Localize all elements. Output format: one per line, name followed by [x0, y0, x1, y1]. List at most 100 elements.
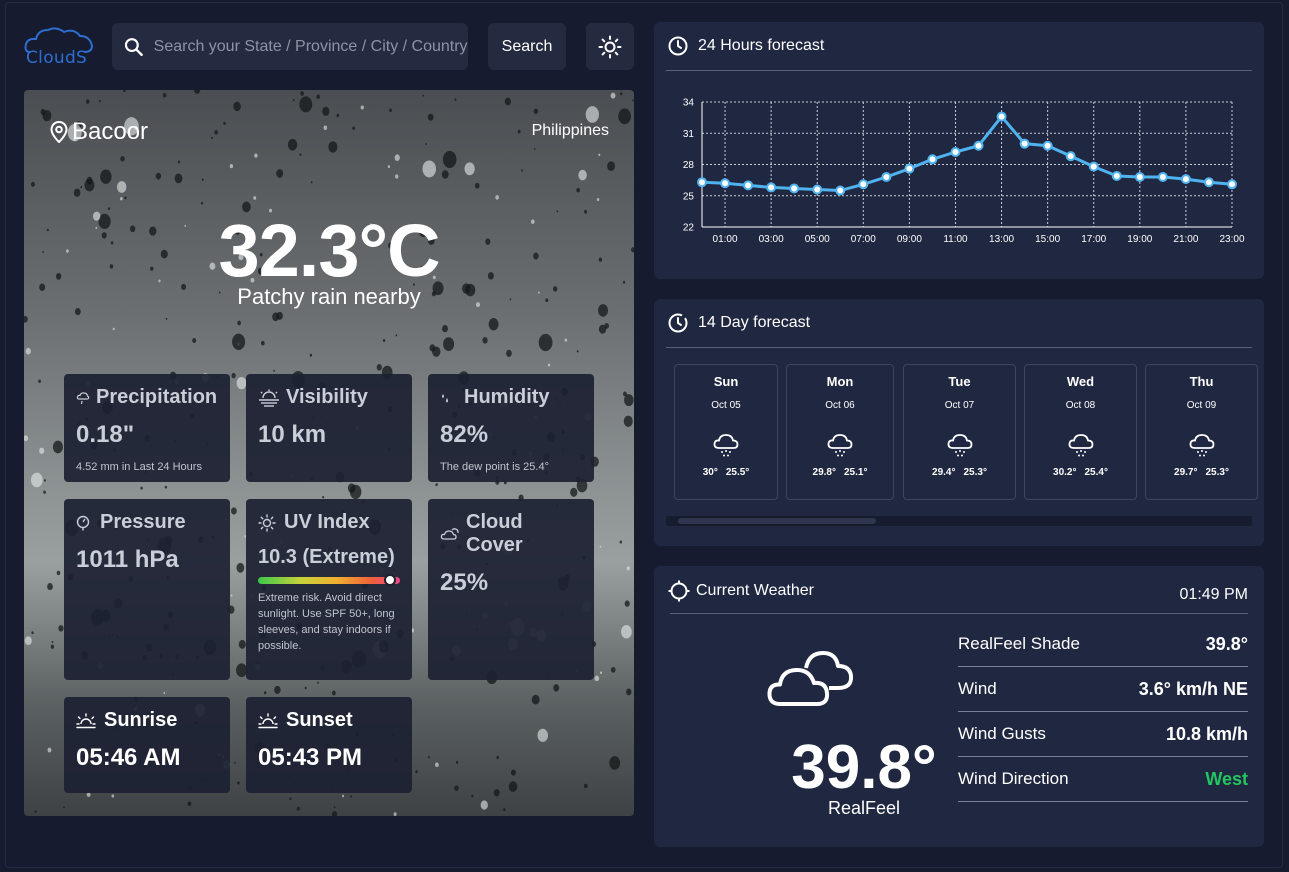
raindrop	[598, 153, 601, 157]
temperature-point	[1111, 170, 1122, 181]
rain-cloud-icon	[827, 434, 853, 457]
temperature-point	[1134, 172, 1145, 182]
daily-forecast-card: 14 Day forecast Sun Oct 05 30° 25.5° Mon …	[654, 299, 1264, 546]
day-high: 29.7°	[1174, 467, 1198, 478]
raindrop	[504, 97, 511, 106]
temperature-line	[701, 115, 1233, 193]
raindrop	[533, 108, 539, 115]
sunset-card: Sunset 05:43 PM	[246, 697, 412, 793]
sun-haze-icon	[259, 389, 279, 407]
uv-sun-icon	[258, 513, 276, 532]
day-card[interactable]: Mon Oct 06 29.8° 25.1°	[786, 364, 894, 500]
raindrop	[609, 756, 621, 770]
daily-scrollbar[interactable]	[666, 516, 1252, 526]
y-tick-label: 31	[683, 129, 695, 140]
x-tick-label: 01:00	[713, 234, 738, 245]
raindrop	[432, 346, 441, 357]
raindrop	[124, 196, 127, 200]
temperature-point	[858, 179, 869, 190]
hourly-temperature-chart: 22 25 28 31 34 01:00 03:00 05:00 07:00 09:00 11:00…	[683, 98, 1245, 246]
theme-toggle-button[interactable]	[586, 23, 634, 70]
raindrop	[422, 160, 437, 178]
raindrop	[599, 671, 603, 675]
raindrop	[304, 686, 307, 690]
pressure-card: Pressure 1011 hPa	[64, 499, 230, 680]
raindrop	[229, 163, 234, 169]
raindrop	[116, 181, 127, 193]
raindrop	[233, 101, 241, 112]
raindrop	[619, 92, 623, 96]
temperature-point	[720, 178, 731, 189]
raindrop	[111, 794, 115, 798]
raindrop	[393, 812, 397, 816]
day-card[interactable]: Sun Oct 05 30° 25.5°	[674, 364, 778, 500]
raindrop	[610, 92, 616, 99]
uv-advice: Extreme risk. Avoid direct sunlight. Use…	[258, 592, 395, 652]
raindrop	[234, 761, 236, 764]
search-box[interactable]	[112, 23, 468, 70]
day-card[interactable]: Wed Oct 08 30.2° 25.4°	[1024, 364, 1137, 500]
raindrop	[323, 125, 328, 131]
raindrop	[51, 640, 54, 644]
cloud-rain-icon	[76, 391, 90, 404]
raindrop	[435, 483, 438, 487]
raindrop	[322, 106, 330, 116]
raindrop	[86, 176, 93, 185]
pressure-label: Pressure	[100, 511, 186, 533]
row-label: Wind Direction	[958, 769, 1069, 788]
raindrop	[389, 108, 392, 113]
raindrop	[316, 94, 320, 100]
temperature-point	[927, 154, 938, 165]
day-low: 25.5°	[725, 467, 750, 478]
scrollbar-thumb[interactable]	[678, 518, 876, 524]
raindrop	[236, 562, 245, 573]
raindrop	[508, 781, 518, 793]
search-icon	[124, 37, 143, 56]
raindrop	[201, 178, 204, 181]
raindrop	[231, 372, 236, 379]
raindrop	[474, 182, 480, 189]
cloudy-weather-icon	[767, 651, 854, 706]
raindrop	[289, 797, 292, 801]
raindrop	[395, 174, 399, 179]
raindrop	[253, 196, 257, 200]
raindrop	[58, 625, 64, 632]
y-tick-label: 28	[683, 160, 695, 171]
cloud-cover-card: Cloud Cover 25%	[428, 499, 594, 680]
day-card[interactable]: Thu Oct 09 29.7° 25.3°	[1145, 364, 1258, 500]
raindrop	[112, 327, 115, 331]
raindrop	[585, 106, 599, 123]
raindrop	[80, 186, 83, 189]
rain-cloud-icon	[1068, 434, 1093, 457]
day-card[interactable]: Tue Oct 07 29.4° 25.3°	[903, 364, 1016, 500]
raindrop	[607, 161, 616, 172]
raindrop	[443, 337, 455, 352]
raindrop	[85, 99, 90, 104]
raindrop	[52, 440, 63, 454]
x-tick-label: 05:00	[805, 234, 830, 245]
raindrop	[230, 507, 237, 515]
app-logo[interactable]: CloudS	[24, 24, 96, 68]
search-button[interactable]: Search	[488, 23, 566, 70]
visibility-label: Visibility	[286, 386, 368, 408]
raindrop	[263, 691, 267, 695]
raindrop	[73, 188, 81, 197]
raindrop	[488, 318, 499, 331]
raindrop	[100, 169, 112, 184]
y-tick-label: 25	[683, 191, 695, 202]
day-low: 25.3°	[1205, 467, 1229, 478]
row-value: 3.6° km/h NE	[1138, 678, 1248, 699]
history-clock-icon	[668, 313, 688, 333]
raindrop	[583, 783, 588, 789]
temperature-point	[1042, 140, 1053, 151]
raindrop	[626, 688, 632, 696]
search-input[interactable]	[153, 37, 468, 56]
raindrop	[331, 690, 336, 696]
row-value: 10.8 km/h	[1165, 723, 1248, 744]
raindrop	[387, 165, 391, 169]
crosshair-icon	[668, 580, 690, 602]
day-name: Tue	[948, 374, 971, 389]
raindrop	[155, 172, 162, 180]
wind-direction-row: Wind Direction West	[958, 757, 1248, 802]
temperature-point	[812, 184, 823, 195]
